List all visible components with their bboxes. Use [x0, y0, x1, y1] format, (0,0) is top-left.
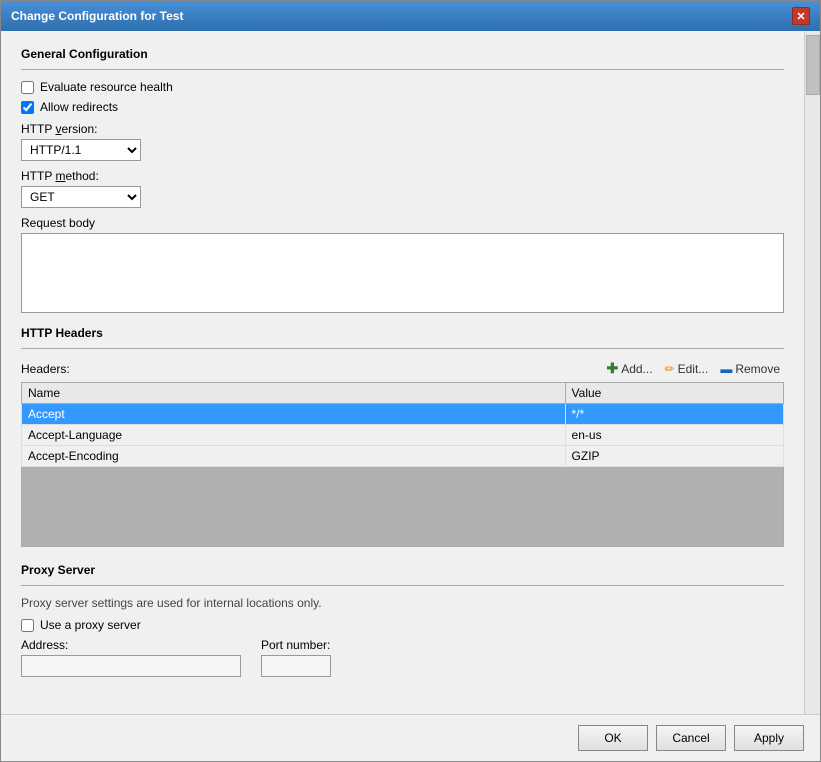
row-value: en-us — [565, 425, 783, 446]
use-proxy-label: Use a proxy server — [40, 618, 141, 632]
evaluate-health-row: Evaluate resource health — [21, 80, 784, 94]
table-row[interactable]: Accept */* — [22, 404, 784, 425]
proxy-server-title: Proxy Server — [21, 563, 784, 577]
port-field: Port number: — [261, 638, 331, 677]
use-proxy-checkbox[interactable] — [21, 619, 34, 632]
address-label: Address: — [21, 638, 241, 652]
address-port-row: Address: Port number: — [21, 638, 784, 677]
edit-header-button[interactable]: ✏ Edit... — [661, 361, 713, 377]
row-value: */* — [565, 404, 783, 425]
http-method-select[interactable]: GET POST PUT DELETE HEAD — [21, 186, 141, 208]
dialog-title: Change Configuration for Test — [11, 9, 183, 23]
row-name: Accept-Language — [22, 425, 566, 446]
allow-redirects-checkbox[interactable] — [21, 101, 34, 114]
table-row[interactable]: Accept-Language en-us — [22, 425, 784, 446]
request-body-label: Request body — [21, 216, 784, 230]
remove-header-button[interactable]: ▬ Remove — [716, 361, 784, 377]
dialog: Change Configuration for Test ✕ General … — [0, 0, 821, 762]
port-label: Port number: — [261, 638, 331, 652]
apply-button[interactable]: Apply — [734, 725, 804, 751]
headers-label: Headers: — [21, 362, 70, 376]
address-input[interactable] — [21, 655, 241, 677]
dialog-body: General Configuration Evaluate resource … — [1, 31, 820, 714]
headers-toolbar: Headers: ✚ Add... ✏ Edit... ▬ Remove — [21, 359, 784, 378]
request-body-textarea[interactable] — [21, 233, 784, 313]
edit-icon: ✏ — [665, 362, 675, 376]
evaluate-health-label: Evaluate resource health — [40, 80, 173, 94]
allow-redirects-label: Allow redirects — [40, 100, 118, 114]
title-bar: Change Configuration for Test ✕ — [1, 1, 820, 31]
http-headers-section: HTTP Headers Headers: ✚ Add... ✏ Edit...… — [21, 326, 784, 547]
edit-label: Edit... — [678, 362, 709, 376]
scrollbar-thumb[interactable] — [806, 35, 820, 95]
ok-button[interactable]: OK — [578, 725, 648, 751]
proxy-description: Proxy server settings are used for inter… — [21, 596, 784, 610]
add-label: Add... — [621, 362, 652, 376]
footer: OK Cancel Apply — [1, 714, 820, 761]
remove-icon: ▬ — [720, 362, 732, 376]
scroll-content: General Configuration Evaluate resource … — [1, 31, 804, 714]
general-config-section: General Configuration Evaluate resource … — [21, 47, 784, 316]
general-config-title: General Configuration — [21, 47, 784, 61]
row-value: GZIP — [565, 446, 783, 467]
address-field: Address: — [21, 638, 241, 677]
http-headers-divider — [21, 348, 784, 349]
proxy-server-divider — [21, 585, 784, 586]
port-input[interactable] — [261, 655, 331, 677]
table-empty-row — [22, 467, 784, 547]
scrollbar-track[interactable] — [804, 31, 820, 714]
http-headers-title: HTTP Headers — [21, 326, 784, 340]
row-name: Accept-Encoding — [22, 446, 566, 467]
http-version-label: HTTP version: — [21, 122, 784, 136]
allow-redirects-row: Allow redirects — [21, 100, 784, 114]
remove-label: Remove — [735, 362, 780, 376]
evaluate-health-checkbox[interactable] — [21, 81, 34, 94]
col-name-header: Name — [22, 383, 566, 404]
add-header-button[interactable]: ✚ Add... — [602, 359, 656, 378]
row-name: Accept — [22, 404, 566, 425]
proxy-server-section: Proxy Server Proxy server settings are u… — [21, 563, 784, 677]
table-row[interactable]: Accept-Encoding GZIP — [22, 446, 784, 467]
cancel-button[interactable]: Cancel — [656, 725, 726, 751]
http-method-label: HTTP method: — [21, 169, 784, 183]
use-proxy-row: Use a proxy server — [21, 618, 784, 632]
general-config-divider — [21, 69, 784, 70]
col-value-header: Value — [565, 383, 783, 404]
headers-table: Name Value Accept */* Accept-Language en… — [21, 382, 784, 547]
close-button[interactable]: ✕ — [792, 7, 810, 25]
http-version-select[interactable]: HTTP/1.1 HTTP/1.0 — [21, 139, 141, 161]
add-icon: ✚ — [606, 360, 618, 377]
